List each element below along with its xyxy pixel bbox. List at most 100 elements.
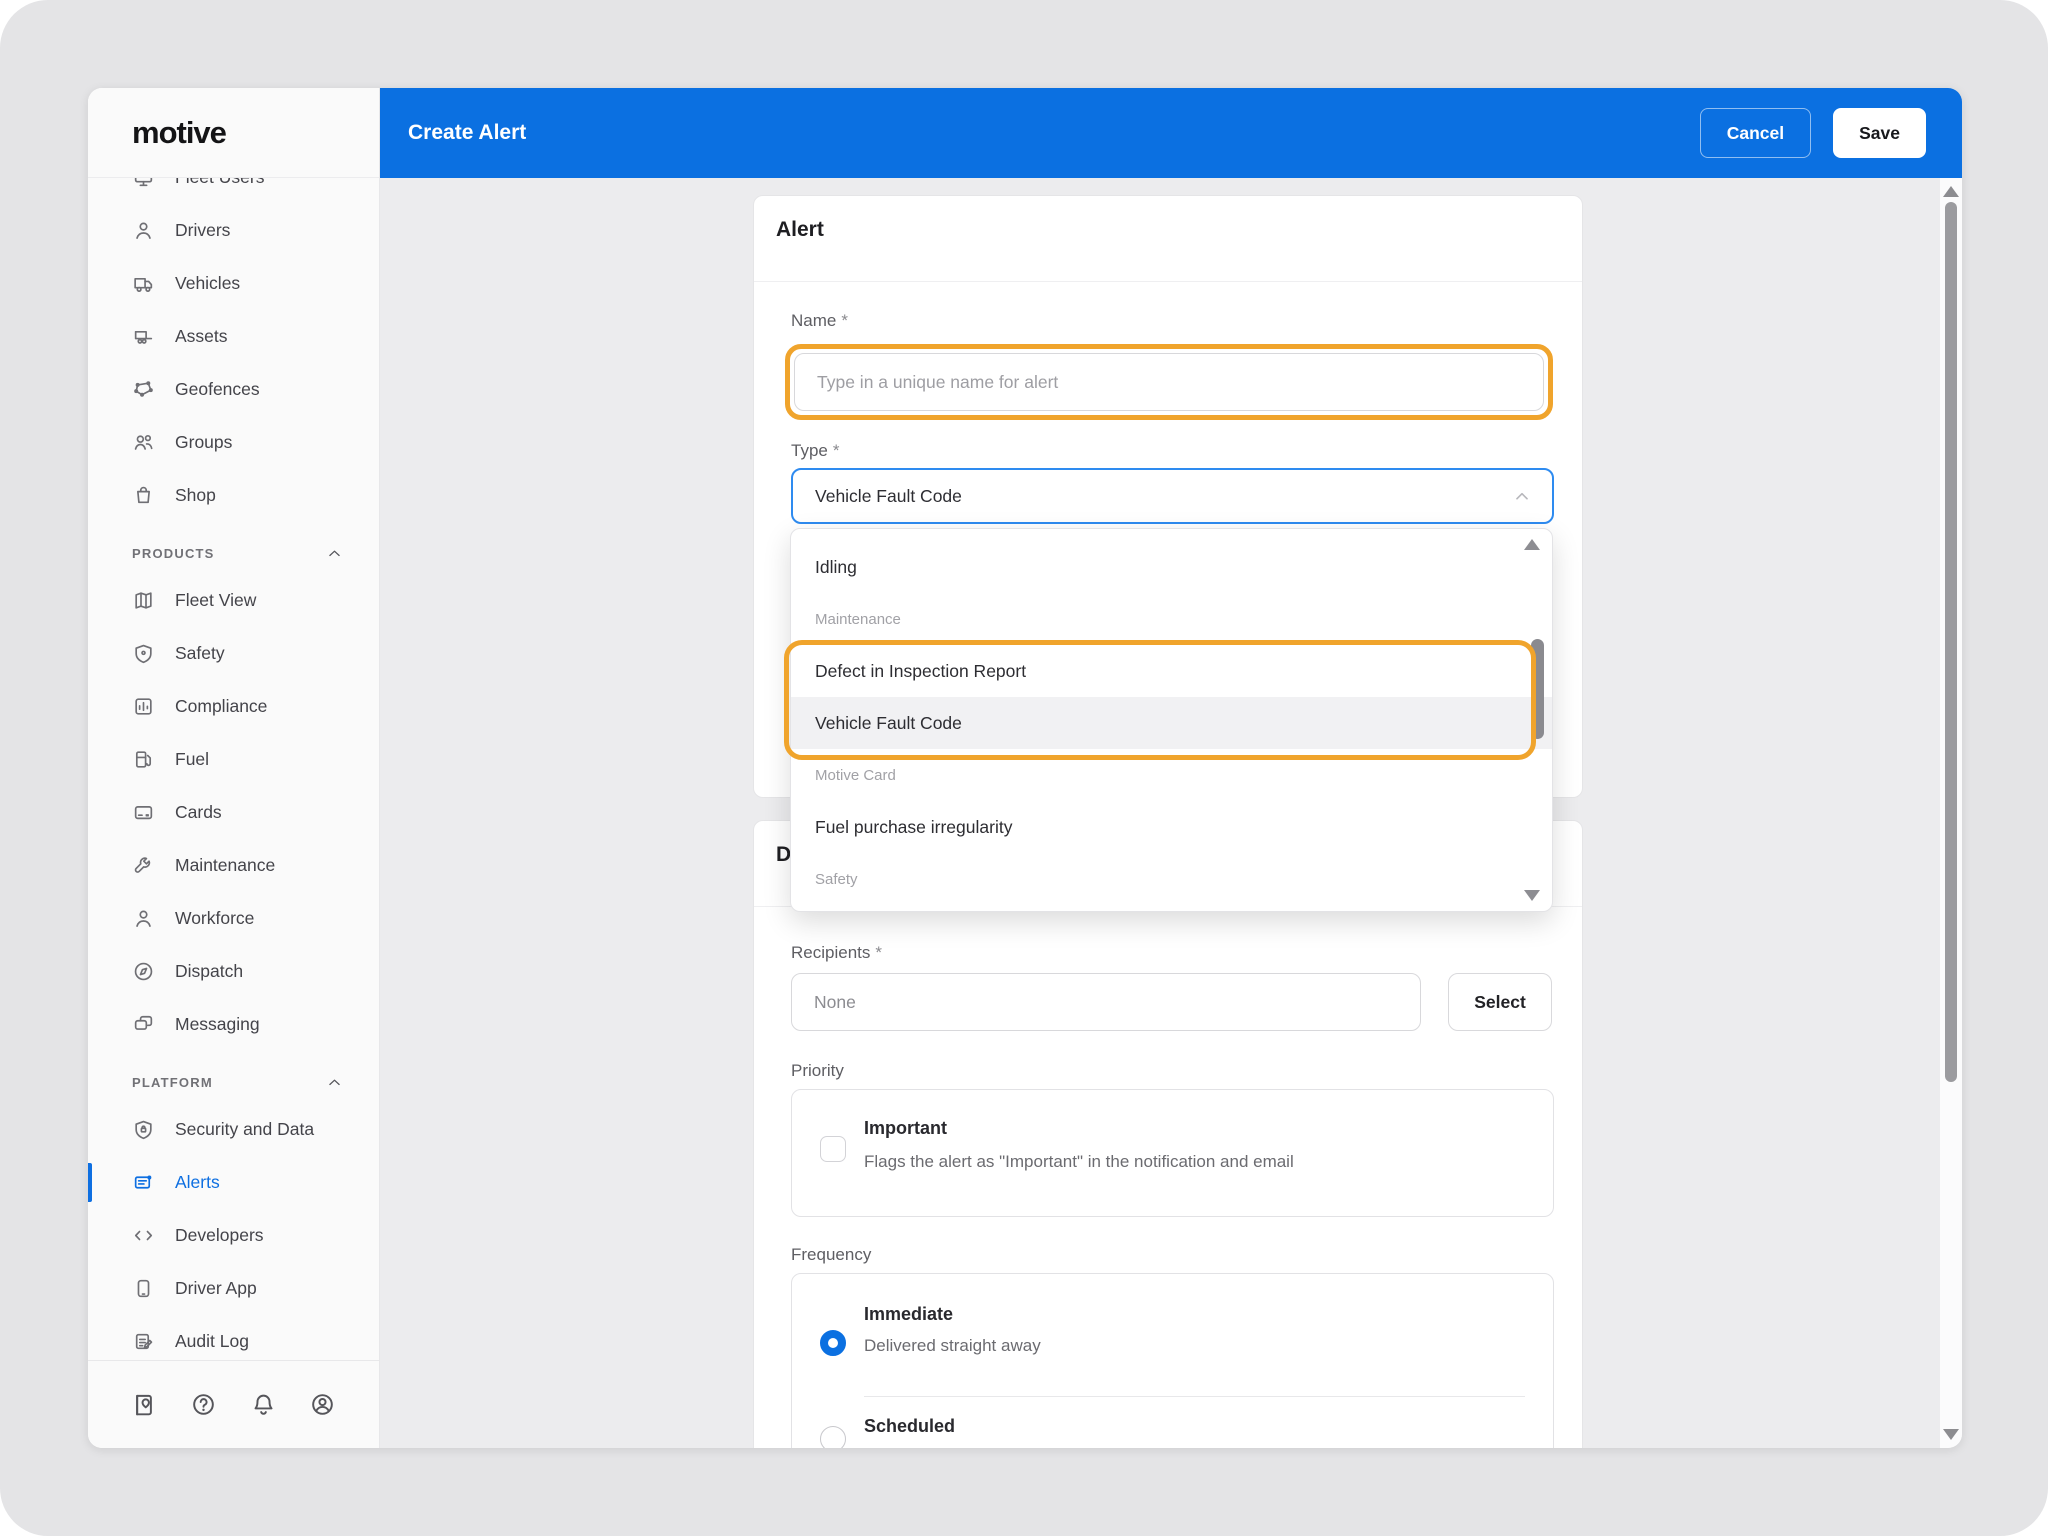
active-indicator xyxy=(88,1163,92,1202)
sidebar-item-label: Dispatch xyxy=(175,961,243,982)
sidebar-item-safety[interactable]: Safety xyxy=(88,627,379,680)
bell-icon xyxy=(250,1391,277,1418)
code-icon xyxy=(132,1224,155,1247)
sidebar-item-shop[interactable]: Shop xyxy=(88,469,379,522)
sidebar-item-compliance[interactable]: Compliance xyxy=(88,680,379,733)
dropdown-group-motive-card: Motive Card xyxy=(791,749,1552,801)
scheduled-radio[interactable] xyxy=(820,1426,846,1448)
sidebar-item-label: Workforce xyxy=(175,908,254,929)
dropdown-scroll-down-arrow-icon[interactable] xyxy=(1524,890,1540,901)
alert-card-title: Alert xyxy=(776,218,824,242)
sidebar-item-drivers[interactable]: Drivers xyxy=(88,204,379,257)
sidebar-section-products[interactable]: PRODUCTS xyxy=(88,522,379,574)
recipients-input[interactable]: None xyxy=(791,973,1421,1031)
highlight-ring-name-input xyxy=(785,344,1553,420)
truck-icon xyxy=(132,272,155,295)
dropdown-option-fuel-purchase-irregularity[interactable]: Fuel purchase irregularity xyxy=(791,801,1552,853)
compass-icon xyxy=(132,960,155,983)
chevron-up-icon xyxy=(1512,486,1532,506)
shield-icon xyxy=(132,642,155,665)
sidebar-item-cards[interactable]: Cards xyxy=(88,786,379,839)
bell-button[interactable] xyxy=(243,1385,283,1425)
main-scrollbar xyxy=(1940,178,1962,1448)
alert-card-icon xyxy=(132,1171,155,1194)
sidebar-item-vehicles[interactable]: Vehicles xyxy=(88,257,379,310)
dropdown-scroll-up-arrow-icon[interactable] xyxy=(1524,539,1540,550)
sidebar-item-label: Drivers xyxy=(175,220,230,241)
recipients-label: Recipients* xyxy=(791,943,882,963)
type-dropdown-menu: IdlingMaintenanceDefect in Inspection Re… xyxy=(790,528,1553,912)
sidebar-item-driver-app[interactable]: Driver App xyxy=(88,1262,379,1315)
chevron-up-icon xyxy=(326,1074,343,1091)
alert-name-input[interactable] xyxy=(794,353,1544,411)
dropdown-scrollbar-thumb[interactable] xyxy=(1531,639,1544,739)
save-button[interactable]: Save xyxy=(1833,108,1926,158)
app-window: motive Fleet Users Drivers Vehicles Assets G… xyxy=(88,88,1962,1448)
name-label: Name* xyxy=(791,311,848,331)
sidebar-item-label: Fleet Users xyxy=(175,178,264,188)
sidebar-item-label: Security and Data xyxy=(175,1119,314,1140)
type-select[interactable]: Vehicle Fault Code xyxy=(791,468,1554,524)
sidebar-item-maintenance[interactable]: Maintenance xyxy=(88,839,379,892)
page-title: Create Alert xyxy=(408,121,526,145)
sidebar-section-platform[interactable]: PLATFORM xyxy=(88,1051,379,1103)
delivery-card: Delivery Recipients* None Select Priorit… xyxy=(753,820,1583,1448)
motive-logo: motive xyxy=(132,115,226,151)
chat-icon xyxy=(132,1013,155,1036)
sidebar-item-label: Shop xyxy=(175,485,216,506)
divider xyxy=(864,1396,1525,1397)
important-checkbox[interactable] xyxy=(820,1136,846,1162)
user-button[interactable] xyxy=(303,1385,343,1425)
monitor-icon xyxy=(132,178,155,189)
sidebar-nav: Fleet Users Drivers Vehicles Assets Geofence… xyxy=(88,178,379,1360)
sidebar-item-fleet-view[interactable]: Fleet View xyxy=(88,574,379,627)
sidebar-item-workforce[interactable]: Workforce xyxy=(88,892,379,945)
sidebar-item-label: Cards xyxy=(175,802,222,823)
person-icon xyxy=(132,907,155,930)
sidebar-item-label: Maintenance xyxy=(175,855,275,876)
sidebar-section-label: PLATFORM xyxy=(132,1075,213,1090)
sidebar-footer xyxy=(88,1360,379,1448)
help-button[interactable] xyxy=(184,1385,224,1425)
dropdown-option-vehicle-fault-code[interactable]: Vehicle Fault Code xyxy=(791,697,1552,749)
main-scrollbar-thumb[interactable] xyxy=(1945,202,1957,1082)
sidebar-item-messaging[interactable]: Messaging xyxy=(88,998,379,1051)
scroll-down-arrow-icon[interactable] xyxy=(1943,1429,1959,1440)
frequency-label: Frequency xyxy=(791,1245,871,1265)
cancel-button[interactable]: Cancel xyxy=(1700,108,1811,158)
sidebar-item-geofences[interactable]: Geofences xyxy=(88,363,379,416)
dropdown-option-idling[interactable]: Idling xyxy=(791,541,1552,593)
topbar: Create Alert Cancel Save xyxy=(380,88,1962,178)
sidebar-item-security-and-data[interactable]: Security and Data xyxy=(88,1103,379,1156)
recipients-select-button[interactable]: Select xyxy=(1448,973,1552,1031)
dropdown-option-defect-in-inspection-report[interactable]: Defect in Inspection Report xyxy=(791,645,1552,697)
sidebar-item-developers[interactable]: Developers xyxy=(88,1209,379,1262)
important-title: Important xyxy=(864,1118,947,1139)
sidebar-item-audit-log[interactable]: Audit Log xyxy=(88,1315,379,1360)
sidebar-item-label: Vehicles xyxy=(175,273,240,294)
sidebar-item-groups[interactable]: Groups xyxy=(88,416,379,469)
sidebar-item-alerts[interactable]: Alerts xyxy=(88,1156,379,1209)
sidebar-item-label: Safety xyxy=(175,643,225,664)
sidebar-section-label: PRODUCTS xyxy=(132,546,215,561)
sidebar-item-assets[interactable]: Assets xyxy=(88,310,379,363)
type-select-value: Vehicle Fault Code xyxy=(815,486,962,507)
type-label: Type* xyxy=(791,441,839,461)
geofence-icon xyxy=(132,378,155,401)
scroll-up-arrow-icon[interactable] xyxy=(1943,186,1959,197)
priority-label: Priority xyxy=(791,1061,844,1081)
sidebar-item-label: Audit Log xyxy=(175,1331,249,1352)
sidebar-item-label: Geofences xyxy=(175,379,260,400)
immediate-radio[interactable] xyxy=(820,1330,846,1356)
user-icon xyxy=(309,1391,336,1418)
immediate-title: Immediate xyxy=(864,1304,953,1325)
logbook-button[interactable] xyxy=(124,1385,164,1425)
page-background: motive Fleet Users Drivers Vehicles Assets G… xyxy=(0,0,2048,1536)
sidebar-item-label: Fuel xyxy=(175,749,209,770)
logbook-icon xyxy=(131,1391,158,1418)
sidebar-item-fleet-users[interactable]: Fleet Users xyxy=(88,178,379,204)
audit-log-icon xyxy=(132,1330,155,1353)
fuel-pump-icon xyxy=(132,748,155,771)
sidebar-item-fuel[interactable]: Fuel xyxy=(88,733,379,786)
sidebar-item-dispatch[interactable]: Dispatch xyxy=(88,945,379,998)
